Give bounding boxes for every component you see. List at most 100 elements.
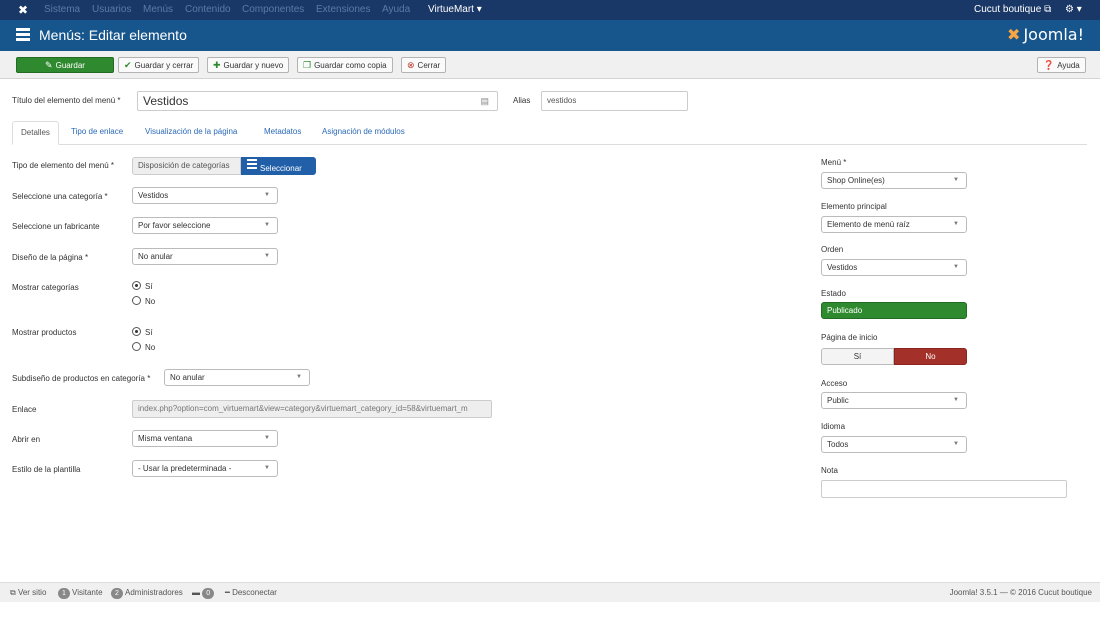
open-in-label: Abrir en bbox=[12, 435, 41, 444]
joomla-brand-text: Joomla! bbox=[1023, 25, 1084, 44]
open-in-value: Misma ventana bbox=[138, 434, 193, 443]
show-categories-yes-radio[interactable]: Sí bbox=[132, 281, 153, 291]
visitors-badge: 1 bbox=[58, 588, 70, 599]
messages-status[interactable]: ▬ 0 bbox=[192, 588, 216, 599]
joomla-mark-icon: ✖ bbox=[1007, 25, 1021, 44]
product-sublayout-value: No anular bbox=[170, 373, 205, 382]
site-name-link[interactable]: Cucut boutique ⧉ bbox=[974, 4, 1051, 15]
open-in-select[interactable]: Misma ventana ▼ bbox=[132, 430, 278, 447]
manufacturer-label: Seleccione un fabricante bbox=[12, 222, 100, 231]
minus-icon: ━ bbox=[225, 588, 230, 597]
admins-label: Administradores bbox=[125, 588, 183, 597]
save-copy-label: Guardar como copia bbox=[314, 61, 387, 70]
no-label: No bbox=[145, 297, 156, 306]
visitors-status: 1 Visitante bbox=[58, 588, 103, 599]
nav-sistema[interactable]: Sistema bbox=[44, 4, 80, 15]
page-layout-select[interactable]: No anular ▼ bbox=[132, 248, 278, 265]
help-icon: ❓ bbox=[1043, 60, 1055, 70]
joomla-menu-icon[interactable]: ✖ bbox=[16, 3, 30, 17]
no-label: No bbox=[145, 343, 156, 352]
home-no-button[interactable]: No bbox=[894, 348, 967, 365]
tab-metadatos[interactable]: Metadatos bbox=[256, 121, 309, 145]
language-value: Todos bbox=[827, 440, 849, 449]
select-type-button[interactable]: Seleccionar bbox=[241, 157, 316, 175]
settings-gear-icon[interactable]: ⚙ ▾ bbox=[1065, 4, 1082, 15]
admins-badge: 2 bbox=[111, 588, 123, 599]
nav-contenido[interactable]: Contenido bbox=[185, 4, 231, 15]
show-categories-no-radio[interactable]: No bbox=[132, 296, 156, 306]
chevron-down-icon: ▼ bbox=[953, 177, 959, 183]
select-type-label: Seleccionar bbox=[260, 164, 302, 173]
radio-checked-icon bbox=[132, 281, 141, 291]
note-input[interactable] bbox=[821, 480, 1067, 498]
chevron-down-icon: ▼ bbox=[264, 222, 270, 228]
nav-menus[interactable]: Menús bbox=[143, 4, 173, 15]
status-select[interactable]: Publicado bbox=[821, 302, 967, 319]
item-type-field: Disposición de categorías bbox=[132, 157, 241, 175]
help-button[interactable]: ❓ Ayuda bbox=[1037, 57, 1086, 73]
manufacturer-select[interactable]: Por favor seleccione ▼ bbox=[132, 217, 278, 234]
logout-label: Desconectar bbox=[232, 588, 277, 597]
save-copy-button[interactable]: ❐ Guardar como copia bbox=[297, 57, 393, 73]
close-button[interactable]: ⊗ Cerrar bbox=[401, 57, 447, 73]
nav-extensiones[interactable]: Extensiones bbox=[316, 4, 370, 15]
alias-input[interactable]: vestidos bbox=[541, 91, 688, 111]
list-icon: ▤ bbox=[480, 96, 489, 106]
save-close-button[interactable]: ✔ Guardar y cerrar bbox=[118, 57, 200, 73]
language-select[interactable]: Todos ▼ bbox=[821, 436, 967, 453]
menu-select[interactable]: Shop Online(es) ▼ bbox=[821, 172, 967, 189]
page-title: Menús: Editar elemento bbox=[39, 27, 187, 43]
category-label: Seleccione una categoría * bbox=[12, 192, 108, 201]
help-label: Ayuda bbox=[1057, 61, 1080, 70]
external-link-icon: ⧉ bbox=[10, 588, 16, 597]
template-style-select[interactable]: - Usar la predeterminada - ▼ bbox=[132, 460, 278, 477]
tab-detalles[interactable]: Detalles bbox=[12, 121, 59, 145]
save-button[interactable]: ✎ Guardar bbox=[16, 57, 114, 73]
status-value: Publicado bbox=[827, 306, 863, 315]
save-label: Guardar bbox=[55, 61, 85, 70]
order-select[interactable]: Vestidos ▼ bbox=[821, 259, 967, 276]
title-value: Vestidos bbox=[143, 94, 189, 108]
menu-value: Shop Online(es) bbox=[827, 176, 885, 185]
title-input[interactable]: Vestidos ▤ bbox=[137, 91, 498, 111]
view-site-label: Ver sitio bbox=[17, 588, 47, 597]
language-label: Idioma bbox=[821, 422, 846, 431]
parent-label: Elemento principal bbox=[821, 202, 887, 211]
chevron-down-icon: ▼ bbox=[296, 374, 302, 380]
nav-ayuda[interactable]: Ayuda bbox=[382, 4, 410, 15]
category-value: Vestidos bbox=[138, 191, 169, 200]
chevron-down-icon: ▼ bbox=[264, 253, 270, 259]
page-layout-label: Diseño de la página * bbox=[12, 253, 89, 262]
nav-componentes[interactable]: Componentes bbox=[242, 4, 304, 15]
chevron-down-icon: ▼ bbox=[264, 435, 270, 441]
home-yes-button[interactable]: Sí bbox=[821, 348, 894, 365]
link-label: Enlace bbox=[12, 405, 37, 414]
note-label: Nota bbox=[821, 466, 838, 475]
tab-asignacion-modulos[interactable]: Asignación de módulos bbox=[314, 121, 413, 145]
nav-usuarios[interactable]: Usuarios bbox=[92, 4, 131, 15]
edit-icon: ✎ bbox=[45, 60, 53, 70]
save-new-button[interactable]: ✚ Guardar y nuevo bbox=[207, 57, 290, 73]
logout-link[interactable]: ━ Desconectar bbox=[225, 588, 277, 597]
save-close-label: Guardar y cerrar bbox=[134, 61, 194, 70]
list-select-icon bbox=[247, 157, 257, 171]
show-categories-label: Mostrar categorías bbox=[12, 283, 79, 292]
save-new-label: Guardar y nuevo bbox=[223, 61, 284, 70]
nav-virtuemart[interactable]: VirtueMart ▾ bbox=[428, 4, 482, 15]
parent-select[interactable]: Elemento de menú raíz ▼ bbox=[821, 216, 967, 233]
tab-visualizacion[interactable]: Visualización de la página bbox=[137, 121, 245, 145]
show-products-label: Mostrar productos bbox=[12, 328, 77, 337]
view-site-link[interactable]: ⧉ Ver sitio bbox=[10, 588, 46, 598]
tab-tipo-enlace[interactable]: Tipo de enlace bbox=[63, 121, 131, 145]
template-style-label: Estilo de la plantilla bbox=[12, 465, 81, 474]
site-name-label: Cucut boutique bbox=[974, 4, 1042, 15]
link-field: index.php?option=com_virtuemart&view=cat… bbox=[132, 400, 492, 418]
copy-icon: ❐ bbox=[303, 60, 312, 70]
manufacturer-value: Por favor seleccione bbox=[138, 221, 211, 230]
show-products-no-radio[interactable]: No bbox=[132, 342, 156, 352]
access-select[interactable]: Public ▼ bbox=[821, 392, 967, 409]
radio-unchecked-icon bbox=[132, 296, 141, 306]
category-select[interactable]: Vestidos ▼ bbox=[132, 187, 278, 204]
product-sublayout-select[interactable]: No anular ▼ bbox=[164, 369, 310, 386]
show-products-yes-radio[interactable]: Sí bbox=[132, 327, 153, 337]
